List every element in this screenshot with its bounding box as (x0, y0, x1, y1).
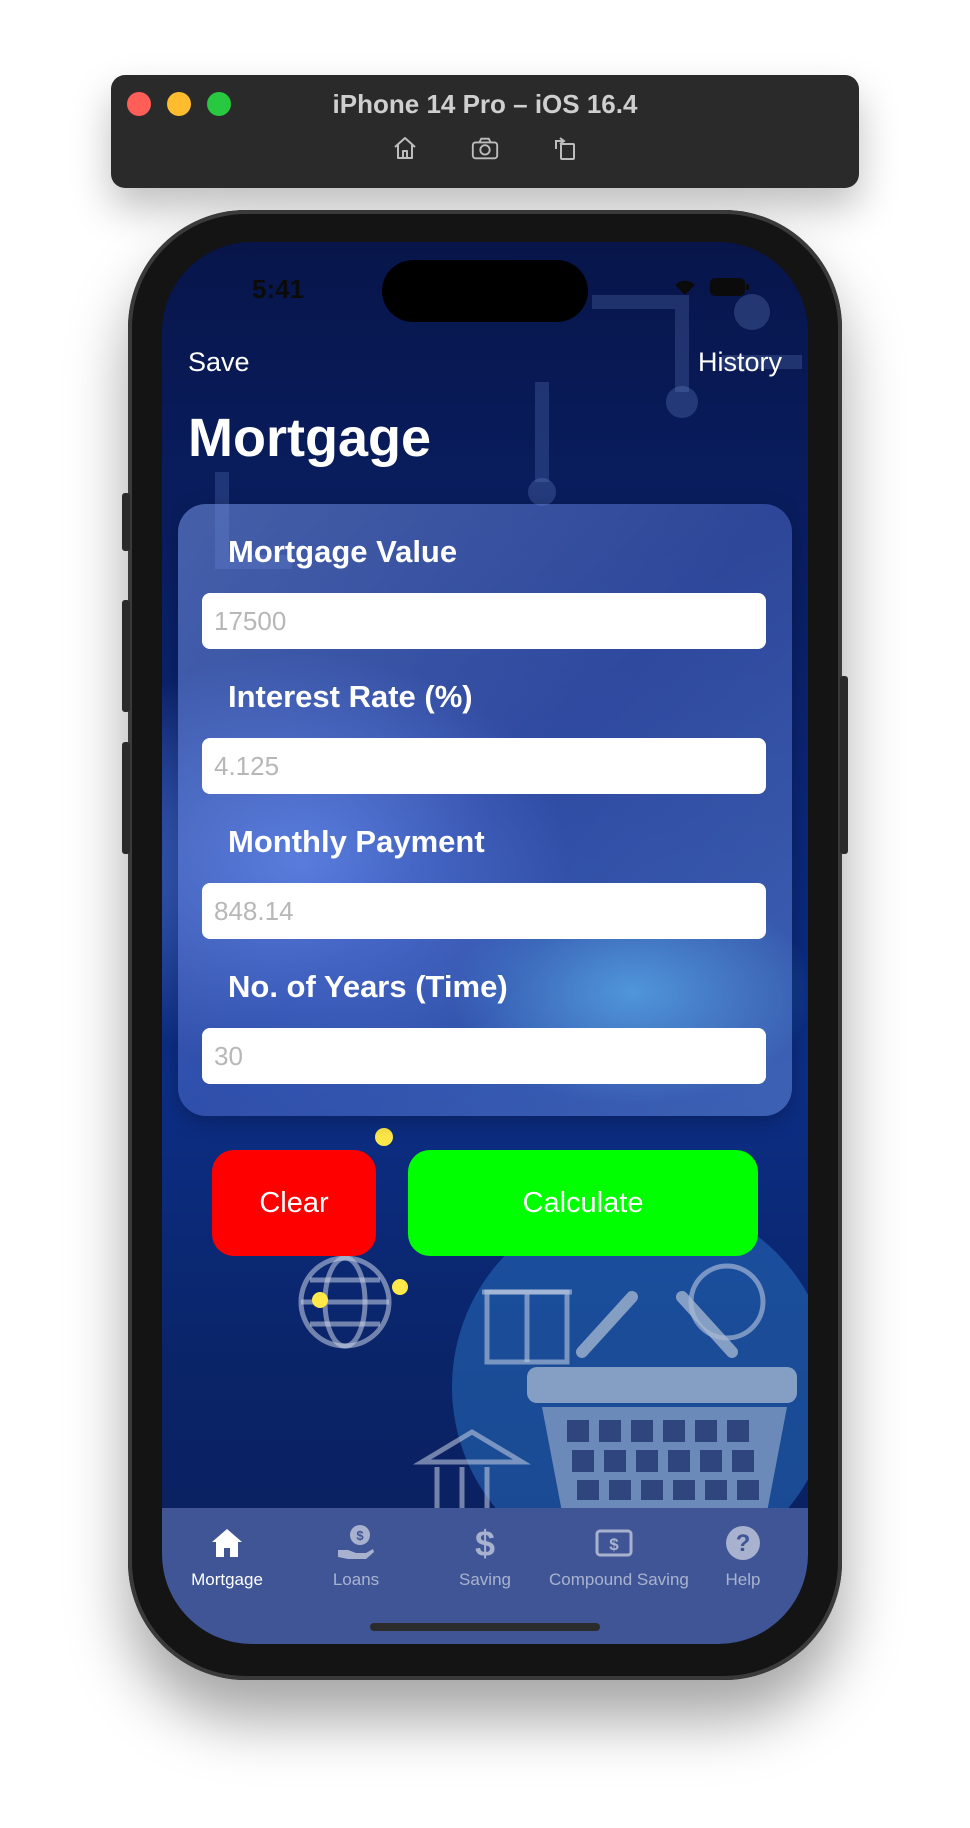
mortgage-value-label: Mortgage Value (228, 534, 458, 569)
svg-text:$: $ (609, 1535, 619, 1554)
calculate-button[interactable]: Calculate (408, 1150, 758, 1256)
house-icon (162, 1522, 292, 1564)
volume-down-button (122, 742, 130, 854)
power-button (840, 676, 848, 854)
tab-saving[interactable]: $ Saving (420, 1522, 550, 1590)
history-button[interactable]: History (698, 347, 782, 378)
tab-mortgage[interactable]: Mortgage (162, 1522, 292, 1590)
mortgage-form-card: Mortgage Value Interest Rate (%) Monthly… (178, 504, 792, 1116)
clear-button[interactable]: Clear (212, 1150, 376, 1256)
tab-label: Help (725, 1570, 761, 1589)
monthly-payment-label: Monthly Payment (228, 824, 485, 859)
simulator-title: iPhone 14 Pro – iOS 16.4 (332, 89, 638, 119)
simulator-title-bar: iPhone 14 Pro – iOS 16.4 (111, 75, 859, 188)
svg-text:$: $ (475, 1524, 495, 1562)
mortgage-value-input[interactable] (202, 593, 766, 649)
interest-rate-label: Interest Rate (%) (228, 679, 473, 714)
tab-compound-saving[interactable]: $ Compound Saving (549, 1522, 689, 1590)
volume-up-button (122, 600, 130, 712)
status-time: 5:41 (252, 274, 305, 304)
interest-rate-input[interactable] (202, 738, 766, 794)
hand-dollar-icon: $ (291, 1522, 421, 1564)
tab-label: Loans (332, 1570, 380, 1589)
svg-text:$: $ (356, 1528, 364, 1543)
dollar-icon: $ (420, 1522, 550, 1564)
tab-label: Saving (459, 1570, 511, 1589)
tab-label: Compound Saving (549, 1570, 689, 1589)
battery-icon (710, 278, 749, 296)
years-label: No. of Years (Time) (228, 969, 508, 1004)
monthly-payment-input[interactable] (202, 883, 766, 939)
screenshot-icon[interactable] (470, 133, 500, 163)
page-title: Mortgage (188, 408, 431, 468)
question-icon: ? (678, 1522, 808, 1564)
svg-text:?: ? (736, 1530, 751, 1557)
home-icon[interactable] (390, 133, 420, 163)
tab-label: Mortgage (191, 1570, 263, 1589)
wifi-icon (675, 280, 695, 295)
save-button[interactable]: Save (188, 347, 250, 378)
home-indicator[interactable] (370, 1623, 600, 1631)
dynamic-island (382, 260, 588, 322)
banknote-icon: $ (549, 1522, 679, 1564)
app-screen: 5:41 Save History Mortgage Mortgage Valu… (162, 242, 808, 1644)
rotate-icon[interactable] (550, 133, 580, 163)
tab-loans[interactable]: $ Loans (291, 1522, 421, 1590)
years-input[interactable] (202, 1028, 766, 1084)
mute-switch (122, 493, 130, 551)
tab-help[interactable]: ? Help (678, 1522, 808, 1590)
